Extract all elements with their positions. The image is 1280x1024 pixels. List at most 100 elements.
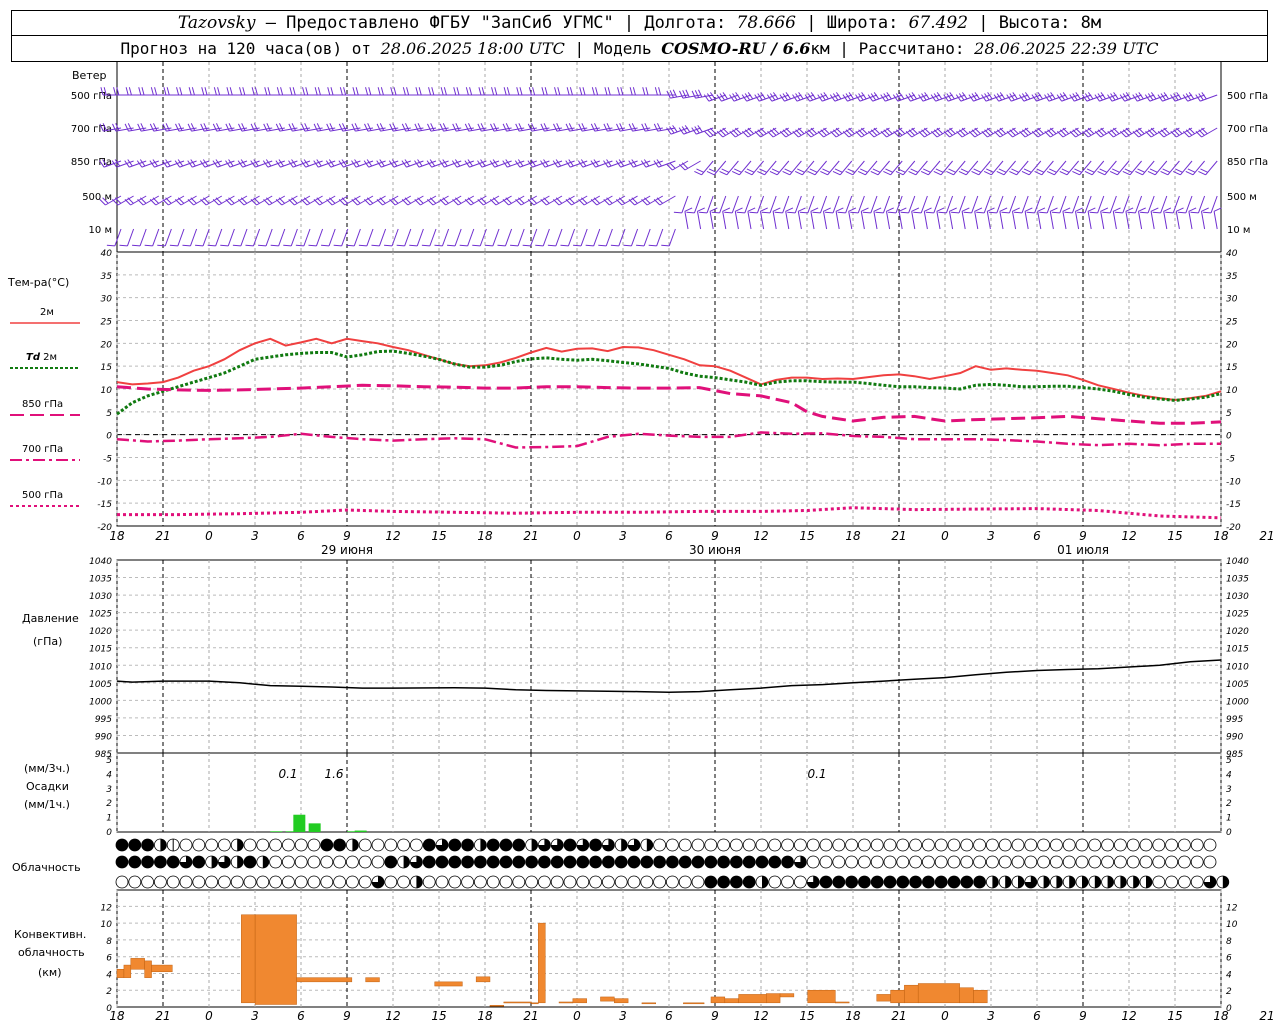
wind-barb-flag bbox=[544, 87, 548, 96]
cloud-cell-full bbox=[461, 856, 474, 868]
cloud-cell-full bbox=[320, 839, 333, 851]
wind-barb-flag bbox=[106, 244, 115, 247]
temp-legend-label-0: 2м bbox=[40, 307, 54, 318]
precip-tick-right: 1 bbox=[1226, 814, 1232, 824]
hour-label-bottom-19: 3 bbox=[987, 1009, 995, 1023]
wind-barb-flag bbox=[961, 207, 970, 212]
pressure-tick-right: 1035 bbox=[1226, 575, 1249, 585]
cloud-cell bbox=[691, 838, 705, 852]
wind-barb-flag bbox=[684, 207, 693, 212]
wind-barb-shaft bbox=[974, 211, 979, 230]
conv-bar-4 bbox=[151, 964, 173, 973]
wind-barb-flag bbox=[317, 87, 321, 96]
cloud-cell-half bbox=[160, 839, 167, 851]
wind-level-right-1: 700 гПа bbox=[1227, 124, 1268, 135]
wind-barb-flag bbox=[1062, 207, 1071, 212]
wind-barb-flag bbox=[502, 123, 507, 132]
wind-barb-flag bbox=[1064, 211, 1073, 214]
wind-barb-flag bbox=[958, 170, 967, 176]
wind-barb-flag bbox=[1034, 170, 1043, 176]
cloud-cell bbox=[1165, 838, 1178, 852]
precip-tick-right: 0 bbox=[1226, 828, 1232, 838]
conv-bar-3 bbox=[144, 960, 152, 978]
wind-barb-flag bbox=[258, 244, 267, 247]
cloud-cell-full bbox=[896, 876, 909, 888]
wind-barb-flag bbox=[1149, 168, 1158, 173]
wind-barb-flag bbox=[623, 244, 632, 247]
wind-barb-flag bbox=[535, 244, 544, 247]
conv-bar-26 bbox=[807, 989, 836, 1004]
wind-barb-flag bbox=[735, 207, 743, 212]
wind-barb-flag bbox=[516, 87, 520, 96]
hour-label-bottom-3: 3 bbox=[251, 1009, 259, 1023]
wind-barb-flag bbox=[774, 211, 783, 214]
wind-barb-shaft bbox=[1054, 160, 1067, 176]
wind-barb-flag bbox=[128, 87, 132, 96]
wind-barb-flag bbox=[557, 87, 561, 96]
wind-barb-shaft bbox=[802, 160, 815, 176]
wind-barb-flag bbox=[1075, 207, 1083, 212]
wind-barb-shaft bbox=[1175, 211, 1180, 230]
wind-barb-flag bbox=[1011, 168, 1019, 173]
cloud-cell-half bbox=[262, 856, 269, 868]
wind-barb-flag bbox=[1124, 168, 1133, 173]
temp-tick-left: -5 bbox=[103, 455, 112, 465]
wind-barb-flag bbox=[1165, 211, 1174, 214]
wind-barb-flag bbox=[140, 123, 145, 131]
hour-label-bottom-18: 0 bbox=[941, 1009, 949, 1023]
wind-barb-flag bbox=[719, 170, 728, 176]
wind-barb-flag bbox=[976, 211, 985, 214]
conv-bar-31 bbox=[917, 983, 960, 1004]
cloud-cell-full bbox=[500, 839, 512, 851]
wind-barb-flag bbox=[144, 244, 153, 247]
wind-barb-flag bbox=[553, 123, 558, 132]
wind-barb-flag bbox=[1039, 211, 1048, 214]
conv-bar-11 bbox=[489, 1005, 505, 1007]
wind-barb-shaft bbox=[789, 160, 802, 176]
wind-barb-shaft bbox=[504, 228, 513, 247]
wind-barb-shaft bbox=[328, 228, 336, 247]
wind-barb-flag bbox=[1051, 211, 1060, 214]
temp-tick-left: 30 bbox=[101, 295, 113, 305]
wind-barb-flag bbox=[925, 211, 934, 214]
wind-barb-shaft bbox=[1104, 160, 1117, 176]
conv-bar-29 bbox=[890, 989, 905, 1004]
wind-barb-flag bbox=[367, 123, 372, 131]
wind-barb-flag bbox=[691, 90, 696, 99]
wind-barb-flag bbox=[1037, 207, 1046, 212]
wind-barb-flag bbox=[518, 123, 523, 131]
wind-barb-flag bbox=[434, 244, 443, 247]
pressure-tick-left: 1030 bbox=[89, 592, 112, 602]
cloud-cell bbox=[781, 875, 794, 889]
wind-barb-flag bbox=[175, 123, 180, 132]
temp-legend-label-4: 500 гПа bbox=[22, 490, 63, 501]
wind-barb-shaft bbox=[189, 228, 198, 247]
wind-barb-flag bbox=[494, 87, 498, 96]
cloud-cell bbox=[794, 875, 807, 889]
wind-barb-flag bbox=[998, 168, 1007, 173]
hour-label-top-16: 18 bbox=[845, 529, 861, 543]
wind-barb-flag bbox=[364, 123, 369, 132]
conv-tick-left: 4 bbox=[106, 970, 112, 980]
cloud-cell bbox=[217, 875, 231, 889]
wind-barb-flag bbox=[393, 87, 397, 96]
wind-barb-flag bbox=[642, 87, 646, 96]
wind-barb-shaft bbox=[1062, 211, 1067, 230]
wind-barb-flag bbox=[973, 168, 982, 173]
wind-barb-flag bbox=[923, 168, 931, 173]
cloud-cell bbox=[1178, 875, 1191, 889]
wind-barb-flag bbox=[368, 87, 372, 96]
wind-barb-flag bbox=[503, 87, 507, 96]
hour-label-top-25: 21 bbox=[1259, 529, 1274, 543]
wind-barb-shaft bbox=[656, 228, 664, 247]
conv-bar-30 bbox=[904, 984, 919, 1004]
wind-barb-flag bbox=[1150, 207, 1159, 212]
temp-legend-label-3: 700 гПа bbox=[22, 444, 63, 455]
wind-barb-shaft bbox=[978, 160, 991, 176]
wind-barb-shaft bbox=[643, 228, 651, 247]
cloud-cell bbox=[294, 855, 308, 869]
cloud-cell bbox=[269, 855, 283, 869]
cloud-cell bbox=[1037, 838, 1050, 852]
wind-barb-flag bbox=[254, 87, 258, 96]
wind-barb-shaft bbox=[814, 160, 827, 176]
